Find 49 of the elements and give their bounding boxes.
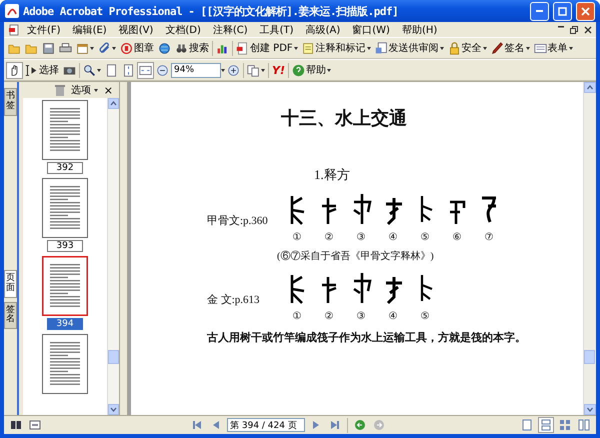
glyph-number: ② (324, 311, 334, 322)
close-button[interactable]: × (104, 84, 113, 96)
create-pdf-button[interactable]: 创建 PDF (234, 39, 300, 57)
forms-button[interactable]: 表单 (532, 39, 575, 57)
glyph-number: ④ (388, 232, 398, 243)
menu-item[interactable]: 视图(V) (114, 22, 158, 36)
side-tab[interactable]: 书签 (4, 88, 17, 116)
menu-item[interactable]: 工具(T) (254, 22, 299, 36)
glyph-number: ⑦ (484, 232, 494, 243)
glyph-label: 甲骨文:p.360 (206, 214, 269, 228)
glyph-number: ① (292, 311, 302, 322)
page-number: 394 (47, 318, 83, 330)
glyph-number: ① (292, 232, 302, 243)
help-button[interactable]: 帮助 (290, 61, 333, 79)
comment-button[interactable]: 注释和标记 (300, 39, 373, 57)
menu-item[interactable]: 注释(C) (208, 22, 253, 36)
glyph-number: ⑤ (420, 311, 430, 322)
glyph-number: ⑥ (452, 232, 462, 243)
menu-item[interactable]: 文件(F) (22, 22, 66, 36)
menu-item[interactable]: 帮助(H) (396, 22, 442, 36)
glyph-number: ② (324, 232, 334, 243)
zoom-field[interactable]: 94% (171, 62, 221, 78)
side-tab[interactable]: 签名 (4, 302, 17, 330)
paragraph: 古人用树干或竹竿编成筏子作为水上运输工具，方就是筏的本字。 (207, 330, 527, 345)
search-button[interactable]: 搜索 (173, 39, 211, 57)
security-button[interactable]: 安全 (446, 39, 489, 57)
stamp-button[interactable]: 图章 (118, 39, 156, 57)
menu-item[interactable]: 高级(A) (300, 22, 346, 36)
menu-item[interactable]: 编辑(E) (68, 22, 112, 36)
sign-button[interactable]: 签名 (488, 39, 532, 57)
glyph-number: ④ (388, 311, 398, 322)
page-field[interactable]: 第 394 / 424 页 (227, 418, 305, 432)
page-number: 392 (47, 162, 83, 174)
menu-item[interactable]: 文档(D) (160, 22, 206, 36)
page-number: 393 (47, 240, 83, 252)
caption: (⑥⑦采自于省吾《甲骨文字释林》) (277, 250, 435, 263)
glyph-number: ③ (356, 311, 366, 322)
glyph-label: 金 文:p.613 (206, 292, 261, 307)
heading: 十三、水上交通 (281, 107, 408, 130)
section-heading: 1.释方 (314, 166, 351, 184)
select-button[interactable]: 选择 (23, 61, 61, 79)
menu-item[interactable]: 窗口(W) (347, 22, 395, 36)
glyph-number: ③ (356, 232, 366, 243)
options-menu[interactable]: 选项 (70, 83, 98, 97)
yahoo-button[interactable]: Y! (270, 62, 287, 78)
window-title: Adobe Acrobat Professional - [[汉字的文化解析].姜来运.扫描版.pdf] (23, 4, 400, 18)
glyph-number: ⑤ (420, 232, 430, 243)
review-button[interactable]: 发送供审阅 (372, 39, 446, 57)
side-tab[interactable]: 页面 (4, 270, 17, 298)
